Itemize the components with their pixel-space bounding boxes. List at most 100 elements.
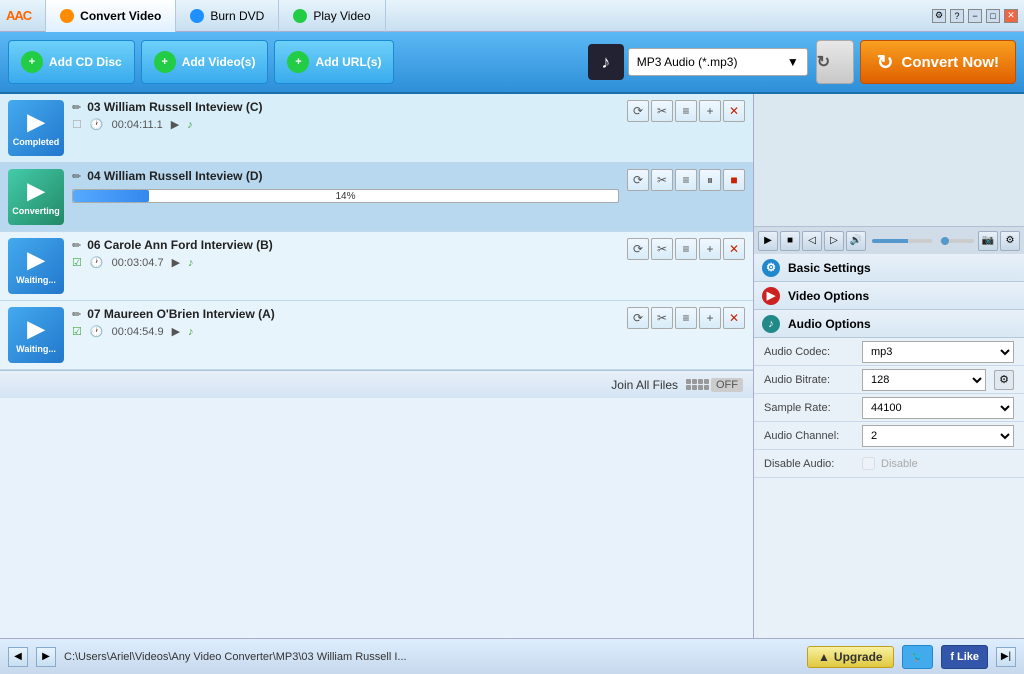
audio-icon-3: ♪	[188, 257, 194, 269]
audio-icon-1: ♪	[187, 119, 193, 131]
play-preview-button[interactable]: ▶	[758, 231, 778, 251]
disable-checkbox-label: Disable	[881, 458, 918, 470]
help-icon[interactable]: ?	[950, 9, 964, 23]
prev-frame-button[interactable]: ◁	[802, 231, 822, 251]
pause-btn-2[interactable]: ⏸	[699, 169, 721, 191]
sync-btn-2[interactable]: ⟳	[627, 169, 649, 191]
file-thumb-2: ▶ Converting	[8, 169, 64, 225]
file-meta-4: ☑ 🕐 00:04:54.9 ▶ ♪	[72, 325, 619, 338]
settings-icon[interactable]: ⚙	[932, 9, 946, 23]
convert-now-button[interactable]: ↻ Convert Now!	[860, 40, 1016, 84]
tab-burn-dvd[interactable]: Burn DVD	[176, 0, 279, 32]
cut-btn-3[interactable]: ✂	[651, 238, 673, 260]
audio-channel-row: Audio Channel: 2	[754, 422, 1024, 450]
sample-rate-select[interactable]: 44100	[862, 397, 1014, 419]
stop-preview-button[interactable]: ■	[780, 231, 800, 251]
add-video-icon: +	[154, 51, 176, 73]
add-btn-4[interactable]: +	[699, 307, 721, 329]
stop-btn-2[interactable]: ■	[723, 169, 745, 191]
file-title-row-1: ✏ 03 William Russell Inteview (C)	[72, 100, 619, 114]
close-button[interactable]: ✕	[1004, 9, 1018, 23]
file-title-row-4: ✏ 07 Maureen O'Brien Interview (A)	[72, 307, 619, 321]
edit-icon-2[interactable]: ✏	[72, 170, 81, 183]
twitter-icon: 🐦	[911, 650, 925, 663]
video-options-icon: ▶	[762, 287, 780, 305]
upgrade-icon: ▲	[818, 650, 830, 664]
audio-bitrate-row: Audio Bitrate: 128 ⚙	[754, 366, 1024, 394]
edit-icon-4[interactable]: ✏	[72, 308, 81, 321]
list-btn-2[interactable]: ≡	[675, 169, 697, 191]
aac-logo: AAC	[0, 0, 46, 32]
sync-btn-4[interactable]: ⟳	[627, 307, 649, 329]
window-controls: ⚙ ? − □ ✕	[932, 9, 1024, 23]
list-btn-4[interactable]: ≡	[675, 307, 697, 329]
settings-preview-button[interactable]: ⚙	[1000, 231, 1020, 251]
edit-icon-3[interactable]: ✏	[72, 239, 81, 252]
video-options-header[interactable]: ▶ Video Options	[754, 282, 1024, 310]
join-toggle[interactable]: OFF	[686, 378, 743, 392]
preview-area: ▶ ■ ◁ ▷ 🔊 📷 ⚙	[754, 94, 1024, 254]
right-panel: ▶ ■ ◁ ▷ 🔊 📷 ⚙ ⚙ Basic Settings	[754, 94, 1024, 638]
audio-bitrate-select[interactable]: 128	[862, 369, 986, 391]
facebook-button[interactable]: f Like	[941, 645, 988, 669]
cut-btn-1[interactable]: ✂	[651, 100, 673, 122]
nav-back-button[interactable]: ◀	[8, 647, 28, 667]
cut-btn-4[interactable]: ✂	[651, 307, 673, 329]
status-label-2: Converting	[12, 206, 60, 216]
list-btn-3[interactable]: ≡	[675, 238, 697, 260]
progress-text-2: 14%	[73, 190, 618, 202]
twitter-button[interactable]: 🐦	[902, 645, 934, 669]
add-cd-disc-button[interactable]: + Add CD Disc	[8, 40, 135, 84]
nav-end-button[interactable]: ▶|	[996, 647, 1016, 667]
upgrade-button[interactable]: ▲ Upgrade	[807, 646, 894, 668]
volume-slider[interactable]	[872, 239, 932, 243]
file-title-row-2: ✏ 04 William Russell Inteview (D)	[72, 169, 619, 183]
remove-btn-3[interactable]: ✕	[723, 238, 745, 260]
convert-now-icon: ↻	[877, 50, 894, 75]
sync-btn-3[interactable]: ⟳	[627, 238, 649, 260]
audio-codec-select[interactable]: mp3	[862, 341, 1014, 363]
tab-convert-video[interactable]: Convert Video	[46, 0, 176, 32]
add-video-label: Add Video(s)	[182, 55, 256, 69]
screenshot-button[interactable]: 📷	[978, 231, 998, 251]
play-icon-4[interactable]: ▶	[172, 325, 180, 338]
play-icon-1[interactable]: ▶	[171, 118, 179, 131]
add-url-icon: +	[287, 51, 309, 73]
remove-btn-4[interactable]: ✕	[723, 307, 745, 329]
duration-1: 00:04:11.1	[112, 119, 163, 131]
audio-options-header[interactable]: ♪ Audio Options	[754, 310, 1024, 338]
refresh-button[interactable]: ↻	[816, 40, 854, 84]
cut-btn-2[interactable]: ✂	[651, 169, 673, 191]
file-thumb-3: ▶ Waiting...	[8, 238, 64, 294]
play-icon-3[interactable]: ▶	[172, 256, 180, 269]
maximize-button[interactable]: □	[986, 9, 1000, 23]
audio-options-label: Audio Options	[788, 317, 871, 331]
upgrade-label: Upgrade	[834, 650, 883, 664]
minimize-button[interactable]: −	[968, 9, 982, 23]
status-label-4: Waiting...	[16, 344, 56, 354]
video-icon-4: ▶	[28, 316, 45, 342]
edit-icon-1[interactable]: ✏	[72, 101, 81, 114]
volume-icon[interactable]: 🔊	[846, 231, 866, 251]
remove-btn-1[interactable]: ✕	[723, 100, 745, 122]
format-dropdown[interactable]: MP3 Audio (*.mp3) ▼	[628, 48, 808, 76]
file-meta-3: ☑ 🕐 00:03:04.7 ▶ ♪	[72, 256, 619, 269]
basic-settings-header[interactable]: ⚙ Basic Settings	[754, 254, 1024, 282]
sync-btn-1[interactable]: ⟳	[627, 100, 649, 122]
add-video-button[interactable]: + Add Video(s)	[141, 40, 269, 84]
file-info-2: ✏ 04 William Russell Inteview (D) 14%	[72, 169, 619, 205]
add-btn-1[interactable]: +	[699, 100, 721, 122]
add-url-button[interactable]: + Add URL(s)	[274, 40, 394, 84]
seek-bar[interactable]	[940, 239, 974, 243]
disable-audio-checkbox[interactable]	[862, 457, 875, 470]
add-btn-3[interactable]: +	[699, 238, 721, 260]
nav-forward-button[interactable]: ▶	[36, 647, 56, 667]
tab-play-video[interactable]: Play Video	[279, 0, 385, 32]
add-cd-label: Add CD Disc	[49, 55, 122, 69]
audio-channel-select[interactable]: 2	[862, 425, 1014, 447]
next-frame-button[interactable]: ▷	[824, 231, 844, 251]
checkbox-1: ☐	[72, 118, 82, 131]
bitrate-settings-gear[interactable]: ⚙	[994, 370, 1014, 390]
tabs-container: AAC Convert Video Burn DVD Play Video	[0, 0, 932, 32]
list-btn-1[interactable]: ≡	[675, 100, 697, 122]
